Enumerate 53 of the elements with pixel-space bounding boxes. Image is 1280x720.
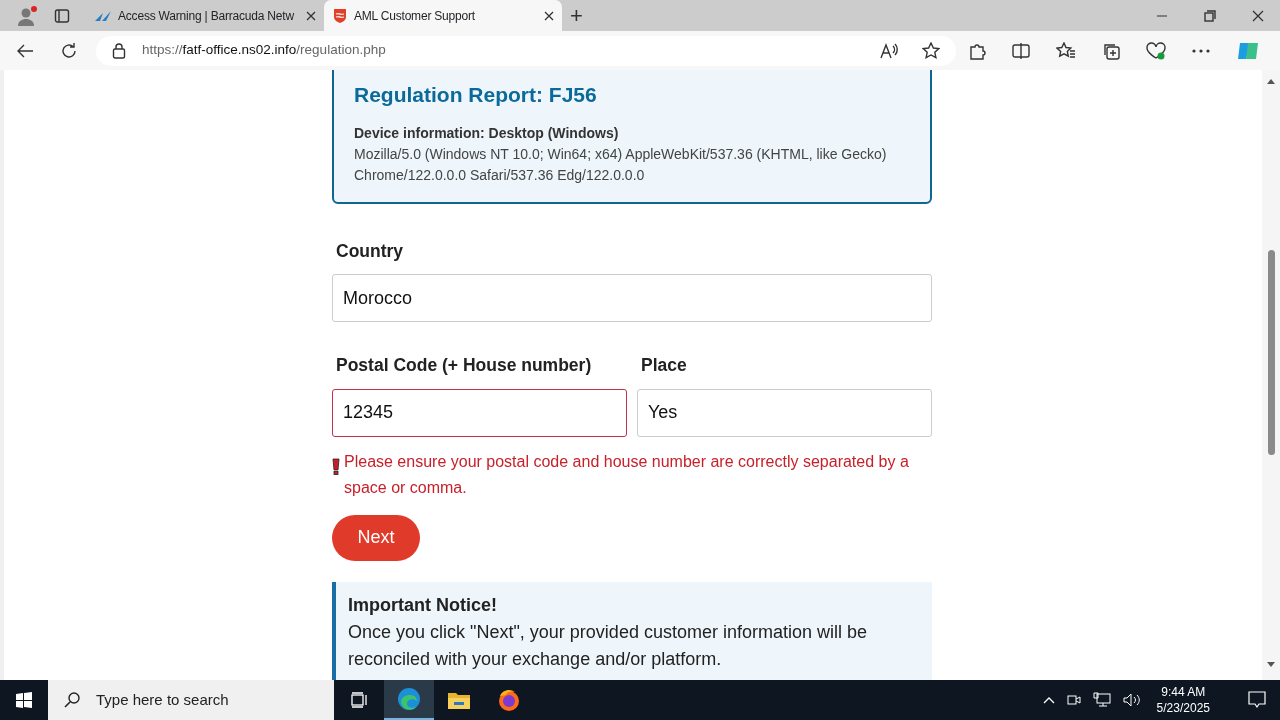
- text-field[interactable]: Morocco: [332, 274, 932, 323]
- task-view-icon[interactable]: [350, 692, 368, 708]
- text-field[interactable]: Yes: [637, 388, 932, 437]
- error-message: Please ensure your postal code and house number are correctly separated by a space or comma.: [344, 451, 910, 498]
- taskbar-clock[interactable]: 9:44 AM 5/23/2025: [1156, 684, 1210, 716]
- scroll-thumb[interactable]: [1267, 250, 1275, 455]
- close-icon[interactable]: [1252, 9, 1264, 22]
- text-field[interactable]: 12345: [332, 388, 627, 437]
- edge-icon[interactable]: [397, 687, 421, 711]
- tab-actions-icon[interactable]: [54, 7, 70, 24]
- shield-icon: [332, 7, 348, 24]
- close-icon[interactable]: [544, 10, 554, 21]
- notification-icon[interactable]: [1248, 691, 1266, 709]
- back-icon[interactable]: [16, 42, 34, 59]
- speaker-icon[interactable]: [1122, 692, 1141, 708]
- notice-text: Once you click "Next", your provided customer information will be reconciled with your exchange and/or platform.: [348, 620, 868, 671]
- reload-icon[interactable]: [60, 41, 78, 60]
- camera-icon[interactable]: [1066, 692, 1081, 708]
- chevron-up-icon[interactable]: [1042, 696, 1055, 704]
- notice-title: Important Notice!: [348, 593, 498, 617]
- profile-icon[interactable]: [16, 4, 38, 27]
- close-icon[interactable]: [306, 10, 316, 21]
- lock-icon: [112, 42, 126, 59]
- device-label: Device information: Desktop (Windows): [354, 124, 620, 144]
- new-tab-button[interactable]: +: [570, 5, 583, 27]
- field-label: Postal Code (+ House number): [335, 354, 593, 378]
- browser-tab[interactable]: Access Warning | Barracuda Netw: [86, 0, 324, 31]
- read-aloud-icon[interactable]: [880, 42, 898, 59]
- restore-icon[interactable]: [1204, 9, 1216, 22]
- exclamation-icon: [332, 457, 340, 475]
- favorites-icon[interactable]: [1056, 41, 1076, 60]
- user-agent-text: Mozilla/5.0 (Windows NT 10.0; Win64; x64) AppleWebKit/537.36 (KHTML, like Gecko) Chrome/122.0.0.0 Safari/537.36 Edg/122.0.0.0: [354, 145, 888, 186]
- collections-icon[interactable]: [1102, 41, 1120, 60]
- scroll-up-icon[interactable]: [1267, 78, 1275, 84]
- folder-icon[interactable]: [447, 690, 471, 710]
- url-text[interactable]: https://fatf-office.ns02.info/regulation.php: [142, 40, 386, 61]
- field-label: Place: [640, 354, 688, 378]
- more-icon[interactable]: [1192, 48, 1210, 53]
- browser-tab[interactable]: AML Customer Support: [324, 0, 562, 31]
- puzzle-icon[interactable]: [968, 41, 986, 60]
- split-screen-icon[interactable]: [1012, 41, 1030, 60]
- taskbar-search[interactable]: Type here to search: [48, 680, 334, 720]
- network-icon[interactable]: [1092, 692, 1111, 708]
- health-icon[interactable]: [1146, 41, 1166, 60]
- firefox-icon[interactable]: [497, 688, 521, 712]
- search-icon: [64, 692, 80, 708]
- scroll-down-icon[interactable]: [1267, 662, 1275, 668]
- scrollbar[interactable]: [1262, 70, 1280, 680]
- star-icon[interactable]: [922, 41, 940, 60]
- next-button[interactable]: Next: [332, 514, 420, 561]
- windows-icon[interactable]: [16, 692, 32, 708]
- field-label: Country: [335, 240, 405, 264]
- report-title: Regulation Report: FJ56: [354, 82, 598, 108]
